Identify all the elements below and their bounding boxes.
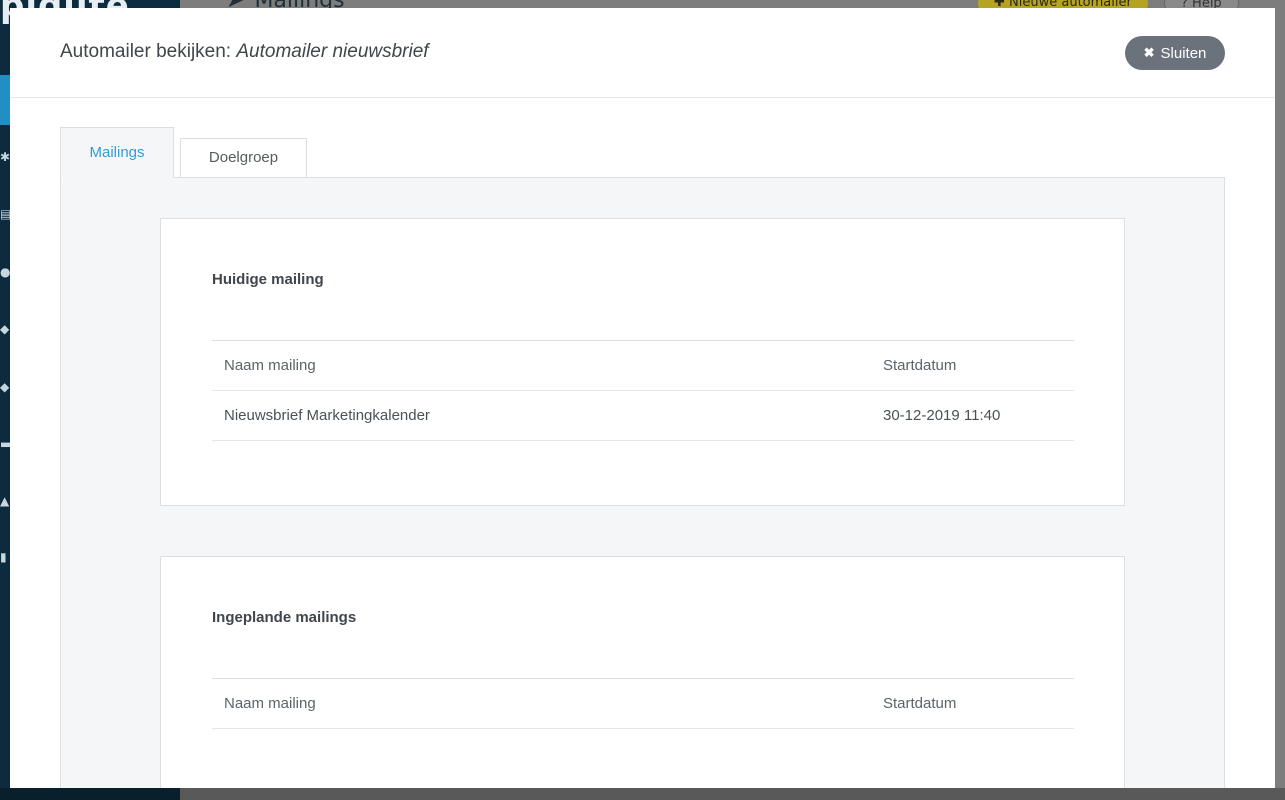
background-bottom-strip (0, 788, 1285, 800)
planned-mailings-table: Naam mailing Startdatum (212, 678, 1074, 729)
current-mailing-card: Huidige mailing Naam mailing Startdatum … (160, 218, 1125, 506)
column-header-startdate[interactable]: Startdatum (883, 357, 956, 374)
column-header-startdate[interactable]: Startdatum (883, 695, 956, 712)
monitor-icon: ▬ (0, 437, 10, 451)
table-header-row: Naam mailing Startdatum (212, 341, 1074, 391)
automailer-modal: Automailer bekijken: Automailer nieuwsbr… (10, 8, 1275, 788)
settings-icon: ✱ (0, 150, 10, 164)
document-icon: ▤ (0, 207, 10, 221)
current-mailing-table: Naam mailing Startdatum Nieuwsbrief Mark… (212, 340, 1074, 441)
modal-title: Automailer bekijken: Automailer nieuwsbr… (60, 41, 429, 63)
mailing-name-cell: Nieuwsbrief Marketingkalender (224, 407, 430, 424)
close-button-label: Sluiten (1160, 44, 1207, 62)
tab-mailings[interactable]: Mailings (60, 127, 174, 178)
users-icon: ● (0, 265, 10, 279)
tab-doelgroep[interactable]: Doelgroep (180, 138, 307, 178)
file-icon: ▮ (0, 550, 7, 564)
planned-mailings-title: Ingeplande mailings (212, 609, 357, 626)
close-button[interactable]: ✖ Sluiten (1125, 36, 1225, 70)
table-row[interactable]: Nieuwsbrief Marketingkalender 30-12-2019… (212, 391, 1074, 441)
modal-title-prefix: Automailer bekijken: (60, 41, 232, 62)
image-icon: ▲ (0, 494, 10, 508)
mailing-startdate-cell: 30-12-2019 11:40 (883, 407, 1001, 424)
current-mailing-title: Huidige mailing (212, 271, 324, 288)
link-icon: ◆ (0, 322, 10, 336)
column-header-name[interactable]: Naam mailing (224, 695, 316, 712)
sidebar-active-indicator (0, 75, 10, 125)
tab-panel-mailings: Huidige mailing Naam mailing Startdatum … (60, 177, 1225, 788)
column-header-name[interactable]: Naam mailing (224, 357, 316, 374)
modal-title-name: Automailer nieuwsbrief (236, 41, 429, 62)
planned-mailings-card: Ingeplande mailings Naam mailing Startda… (160, 556, 1125, 788)
modal-header: Automailer bekijken: Automailer nieuwsbr… (10, 8, 1275, 98)
table-header-row: Naam mailing Startdatum (212, 679, 1074, 729)
times-icon: ✖ (1143, 45, 1155, 60)
edit-icon: ◆ (0, 380, 10, 394)
